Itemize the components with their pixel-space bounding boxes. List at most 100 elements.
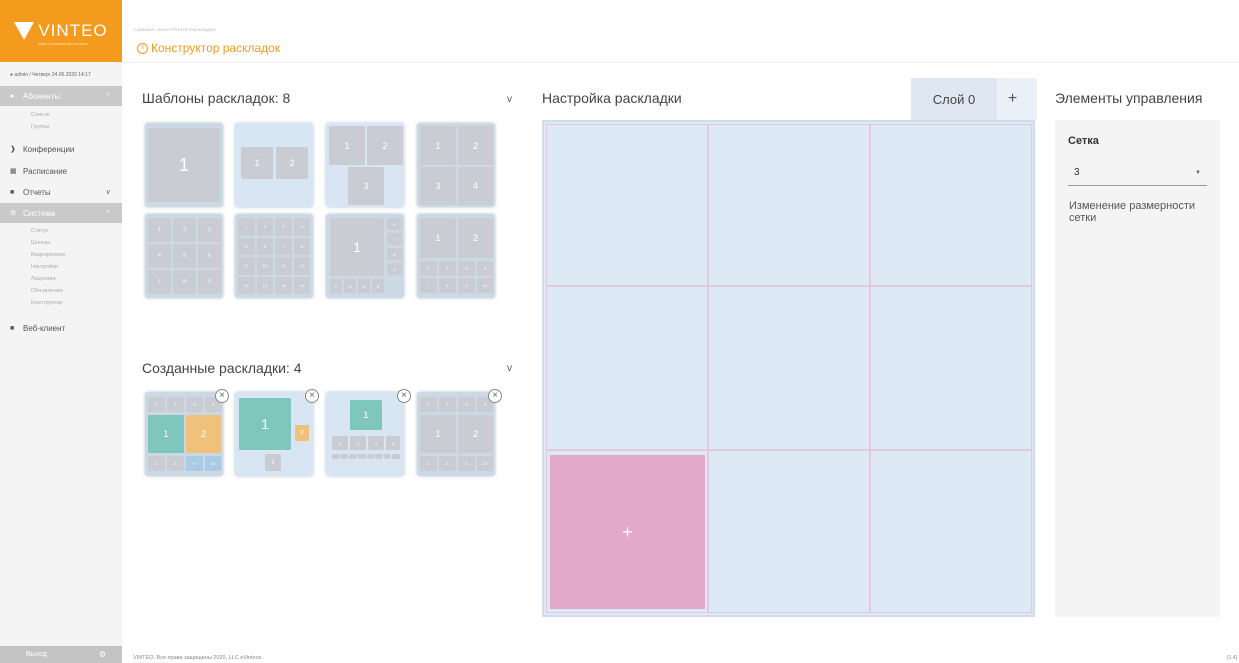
controls-title: Элементы управления: [1055, 90, 1203, 106]
sidebar-sub-settings[interactable]: Настройки: [31, 264, 58, 270]
template-cell: 9: [198, 270, 221, 294]
template-cell: 6: [387, 218, 402, 230]
chevron-up-icon: ^: [106, 209, 110, 217]
sidebar-sub-licenses[interactable]: Лицензии: [31, 276, 56, 282]
layout-cell: 4: [439, 397, 456, 412]
tab-layer-0[interactable]: Слой 0: [911, 78, 997, 120]
layout-cell: [383, 454, 392, 459]
sidebar-sub-gateways[interactable]: Шлюзы: [31, 240, 50, 246]
page-title: ≡ Конструктор раскладок: [137, 41, 280, 55]
layout-cell: 3: [148, 397, 165, 412]
sidebar-item-webclient[interactable]: ■ Веб-клиент: [0, 318, 122, 338]
template-cell: 2: [458, 218, 493, 258]
grid-help-text: Изменение размерности сетки: [1069, 200, 1196, 224]
grid-cell[interactable]: [870, 450, 1032, 613]
template-5[interactable]: 1 2 3 4 5 6 7 8 9: [145, 214, 223, 298]
layout-cell: 4: [167, 397, 184, 412]
gear-icon[interactable]: ⚙: [99, 650, 106, 659]
grid-cell[interactable]: [708, 450, 870, 613]
sidebar-item-system[interactable]: ⚙ Система ^: [0, 203, 122, 223]
grid-cell[interactable]: [870, 286, 1032, 450]
created-layout-3[interactable]: 1 2 3 4 5: [326, 392, 404, 476]
sidebar-item-label: Система: [23, 208, 56, 218]
app-root: VINTEO VIDEO CONFERENCING SYSTEMS ● admi…: [0, 0, 1239, 663]
layout-cell: [332, 454, 340, 459]
template-cell: 9: [458, 278, 475, 293]
created-chevron-icon[interactable]: v: [507, 363, 512, 374]
grid-cell[interactable]: [708, 286, 870, 450]
conference-icon: ❱: [10, 146, 16, 153]
template-1[interactable]: 1: [145, 123, 223, 207]
grid-cell[interactable]: [546, 124, 708, 286]
remove-layout-1-close-icon[interactable]: ×: [215, 389, 229, 403]
logo[interactable]: VINTEO VIDEO CONFERENCING SYSTEMS: [0, 0, 122, 62]
templates-chevron-icon[interactable]: v: [507, 94, 512, 105]
template-cell: 8: [293, 237, 310, 255]
template-cell: 1: [238, 218, 255, 236]
remove-layout-3-close-icon[interactable]: ×: [397, 389, 411, 403]
template-cell: 4: [148, 244, 171, 268]
template-cell: 11: [275, 257, 292, 275]
created-layout-1[interactable]: 3 4 5 6 1 2 7 8 9 10: [145, 392, 223, 476]
template-cell: 5: [372, 279, 384, 293]
reports-icon: ■: [10, 188, 15, 196]
remove-layout-4-close-icon[interactable]: ×: [488, 389, 502, 403]
breadcrumb[interactable]: ГЛАВНАЯ / КОНСТРУКТОР РАСКЛАДОК: [134, 27, 216, 32]
template-cell: 3: [198, 218, 221, 242]
layout-cell: 4: [368, 436, 384, 450]
layout-cell: 3: [265, 454, 281, 471]
sidebar-item-label: Абоненты: [23, 91, 61, 101]
grid-cell[interactable]: [708, 124, 870, 286]
template-2[interactable]: 1 2: [235, 123, 313, 207]
selected-cell-add-button[interactable]: +: [550, 455, 705, 609]
sidebar-item-schedule[interactable]: ▦ Расписание: [0, 161, 122, 181]
sidebar-sub-groups[interactable]: Группы: [31, 124, 49, 130]
template-3[interactable]: 1 2 3: [326, 123, 404, 207]
sidebar-item-label: Отчеты: [23, 187, 51, 197]
layout-cell: 5: [186, 397, 203, 412]
camera-icon: ■: [10, 324, 15, 332]
template-cell: 9: [387, 263, 402, 275]
caret-down-icon: ▼: [1195, 169, 1201, 176]
created-layout-2[interactable]: 1 2 3: [235, 392, 313, 476]
layout-cell: 7: [420, 456, 437, 471]
layout-cell: 1: [239, 398, 291, 450]
users-icon: ●: [10, 92, 15, 100]
sidebar-sub-videos[interactable]: Видеоролики: [31, 252, 65, 258]
template-cell: 16: [293, 276, 310, 294]
sidebar-item-conferences[interactable]: ❱ Конференции: [0, 139, 122, 159]
template-cell: 4: [439, 261, 456, 276]
layout-cell: 1: [148, 415, 184, 453]
template-cell: 2: [330, 279, 342, 293]
add-layer-button[interactable]: +: [1000, 78, 1025, 120]
user-text: admin / Четверг 24.06.2020 14:17: [14, 72, 91, 78]
sidebar-sub-updates[interactable]: Обновления: [31, 288, 63, 294]
logout-label: Выход: [26, 651, 47, 658]
grid-cell[interactable]: [870, 124, 1032, 286]
template-cell: 2: [458, 126, 493, 165]
sidebar-sub-constructor[interactable]: Конструктор: [31, 300, 62, 306]
template-4[interactable]: 1 2 3 4: [417, 123, 495, 207]
layout-cell: [349, 454, 357, 459]
template-cell: 3: [420, 261, 437, 276]
template-8[interactable]: 1 2 3 4 5 6 7 8 9 10: [417, 214, 495, 298]
remove-layout-2-close-icon[interactable]: ×: [305, 389, 319, 403]
template-cell: 8: [173, 270, 196, 294]
template-6[interactable]: 1 2 3 4 5 6 7 8 9 10 11 12 13 14 15 16: [235, 214, 313, 298]
layout-cell: 7: [148, 456, 165, 471]
logo-subtitle: VIDEO CONFERENCING SYSTEMS: [38, 42, 88, 46]
grid-size-select[interactable]: 3 ▼: [1068, 160, 1207, 186]
sidebar-sub-status[interactable]: Статус: [31, 228, 48, 234]
template-7[interactable]: 1 6 7 8 9 2 3 4 5: [326, 214, 404, 298]
template-cell: 15: [275, 276, 292, 294]
layout-cell: [375, 454, 383, 459]
created-layout-4[interactable]: 3 4 5 6 1 2 7 8 9 10: [417, 392, 495, 476]
logout-button[interactable]: Выход ⚙: [0, 646, 122, 663]
template-cell: 1: [241, 147, 273, 179]
layout-cell: [340, 454, 349, 459]
sidebar-sub-list[interactable]: Список: [31, 112, 49, 118]
sidebar-item-subscribers[interactable]: ● Абоненты ^: [0, 86, 122, 106]
sidebar-item-reports[interactable]: ■ Отчеты v: [0, 182, 122, 202]
grid-cell[interactable]: [546, 286, 708, 450]
template-cell: 3: [275, 218, 292, 236]
